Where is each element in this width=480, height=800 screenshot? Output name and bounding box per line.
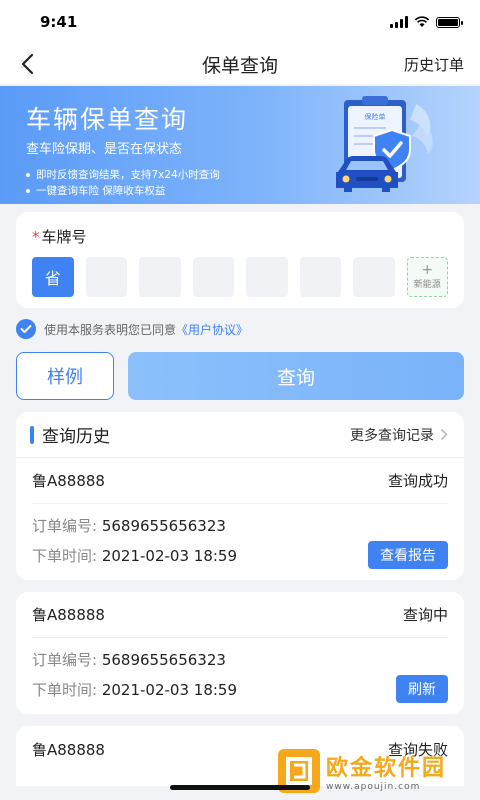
plate-label: * 车牌号 bbox=[32, 226, 448, 247]
status-icons bbox=[390, 16, 463, 28]
new-energy-label: 新能源 bbox=[413, 280, 441, 290]
agreement-row: 使用本服务表明您已同意 《用户协议》 bbox=[0, 318, 480, 340]
plate-char-box[interactable] bbox=[192, 257, 234, 297]
history-record[interactable]: 鲁A88888 查询成功 订单编号: 5689655656323 下单时间: 2… bbox=[16, 458, 464, 580]
record-plate: 鲁A88888 bbox=[32, 740, 105, 759]
back-button[interactable] bbox=[20, 49, 50, 79]
watermark-text: 欧金软件园 bbox=[326, 756, 447, 781]
record-plate: 鲁A88888 bbox=[32, 472, 105, 490]
record-time-row: 下单时间: 2021-02-03 18:59 查看报告 bbox=[32, 540, 448, 570]
battery-icon bbox=[436, 16, 463, 28]
cellular-signal-icon bbox=[390, 16, 408, 28]
banner-point: 一键查询车险 保障收车权益 bbox=[26, 183, 220, 199]
home-indicator bbox=[170, 785, 310, 790]
agreement-checkbox[interactable] bbox=[16, 319, 36, 339]
refresh-button[interactable]: 刷新 bbox=[396, 675, 448, 703]
plate-province-box[interactable]: 省 bbox=[32, 257, 74, 297]
history-title: 查询历史 bbox=[30, 422, 110, 447]
record-order-row: 订单编号: 5689655656323 bbox=[32, 644, 448, 674]
order-no-value: 5689655656323 bbox=[101, 516, 226, 535]
order-time-value: 2021-02-03 18:59 bbox=[101, 546, 238, 565]
plate-boxes: 省 + 新能源 bbox=[32, 257, 449, 297]
order-time-label: 下单时间: bbox=[32, 680, 98, 699]
watermark-url: www.apoujin.com bbox=[326, 782, 421, 792]
record-order-row: 订单编号: 5689655656323 bbox=[32, 510, 448, 540]
nav-bar: 保单查询 历史订单 bbox=[0, 44, 480, 84]
record-status: 查询成功 bbox=[387, 472, 448, 490]
wifi-icon bbox=[414, 16, 430, 27]
record-plate: 鲁A88888 bbox=[32, 606, 105, 624]
plate-char-box[interactable] bbox=[299, 257, 341, 297]
order-no-value: 5689655656323 bbox=[101, 650, 226, 669]
history-record[interactable]: 鲁A88888 查询中 订单编号: 5689655656323 下单时间: 20… bbox=[16, 592, 464, 714]
order-no-label: 订单编号: bbox=[32, 516, 98, 535]
chevron-left-icon bbox=[21, 53, 34, 75]
plate-char-box[interactable] bbox=[85, 257, 127, 297]
order-time-value: 2021-02-03 18:59 bbox=[101, 680, 238, 699]
new-energy-plate-box[interactable]: + 新能源 bbox=[406, 257, 449, 297]
order-no-label: 订单编号: bbox=[32, 650, 98, 669]
plate-input-card: * 车牌号 省 + 新能源 bbox=[16, 212, 464, 308]
history-orders-link[interactable]: 历史订单 bbox=[404, 54, 464, 75]
record-status: 查询中 bbox=[402, 606, 448, 624]
action-buttons: 样例 查询 bbox=[0, 352, 480, 400]
sample-button[interactable]: 样例 bbox=[16, 352, 114, 400]
more-records-link[interactable]: 更多查询记录 bbox=[350, 425, 448, 445]
plate-label-text: 车牌号 bbox=[41, 228, 87, 246]
insurance-policy-illustration: 保险单 bbox=[336, 96, 433, 192]
agreement-text: 使用本服务表明您已同意 bbox=[44, 322, 177, 337]
plate-char-box[interactable] bbox=[353, 257, 395, 297]
banner-point: 即时反馈查询结果，支持7x24小时查询 bbox=[26, 167, 220, 183]
query-history-card: 查询历史 更多查询记录 bbox=[16, 412, 464, 458]
section-marker bbox=[30, 425, 34, 444]
order-time-label: 下单时间: bbox=[32, 546, 98, 565]
promo-banner: 车辆保单查询 查车险保期、是否在保状态 即时反馈查询结果，支持7x24小时查询 … bbox=[0, 86, 480, 204]
record-time-row: 下单时间: 2021-02-03 18:59 刷新 bbox=[32, 674, 448, 704]
policy-label: 保险单 bbox=[365, 112, 386, 121]
required-mark: * bbox=[32, 228, 40, 246]
status-time: 9:41 bbox=[40, 13, 78, 31]
history-header: 查询历史 更多查询记录 bbox=[16, 412, 464, 458]
plus-icon: + bbox=[421, 262, 434, 278]
user-agreement-link[interactable]: 《用户协议》 bbox=[176, 321, 248, 338]
status-bar: 9:41 bbox=[0, 0, 480, 44]
view-report-button[interactable]: 查看报告 bbox=[368, 541, 448, 569]
plate-char-box[interactable] bbox=[246, 257, 288, 297]
banner-subtitle: 查车险保期、是否在保状态 bbox=[26, 142, 183, 157]
query-button[interactable]: 查询 bbox=[128, 352, 464, 400]
check-icon bbox=[20, 325, 32, 333]
plate-char-box[interactable] bbox=[139, 257, 181, 297]
banner-title: 车辆保单查询 bbox=[26, 105, 189, 134]
more-records-label: 更多查询记录 bbox=[350, 427, 434, 444]
history-title-text: 查询历史 bbox=[42, 427, 110, 447]
chevron-right-icon bbox=[440, 428, 448, 441]
